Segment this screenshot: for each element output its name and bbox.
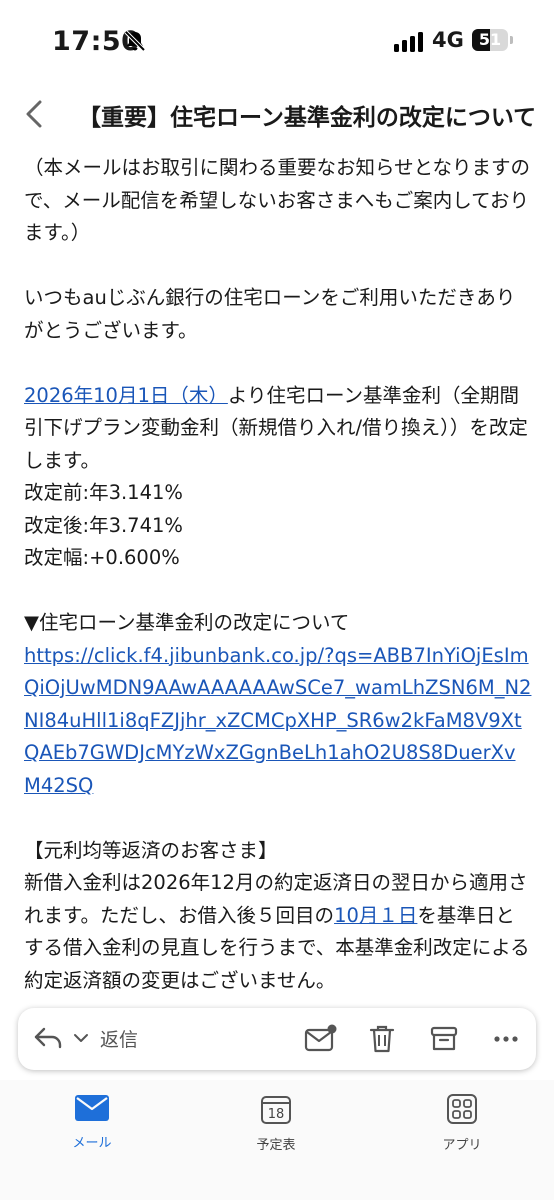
intro-text: （本メールはお取引に関わる重要なお知らせとなりますので、メール配信を希望しないお… [24,156,531,244]
battery-icon: 51 [472,29,508,51]
calendar-icon: 18 [261,1096,291,1124]
rate-change: 改定幅:+0.600% [24,546,180,569]
chevron-left-icon [26,100,42,128]
reply-arrow-icon[interactable] [32,1023,64,1057]
tab-apps[interactable]: アプリ [402,1092,522,1153]
network-type: 4G [432,28,464,52]
section2-heading: 【元利均等返済のお客さま】 [24,838,278,862]
trash-icon[interactable] [366,1023,398,1059]
bottom-tab-bar: メール 18 予定表 アプリ [0,1080,554,1200]
tab-calendar-label: 予定表 [256,1138,296,1153]
cellular-signal-icon [394,30,423,52]
tab-mail[interactable]: メール [32,1092,152,1151]
tab-apps-label: アプリ [442,1138,482,1153]
section2-text: 新借入金利は2026年12月の約定返済日の翌日から適用されます。ただし、お借入後… [24,867,532,997]
mail-body: （本メールはお取引に関わる重要なお知らせとなりますので、メール配信を希望しないお… [24,152,532,997]
calendar-day: 18 [268,1107,285,1122]
battery-tip [510,36,513,44]
greeting-text: いつもauじぶん銀行の住宅ローンをご利用いただきありがとうございます。 [24,286,516,342]
rate-info-url-link[interactable]: https://click.f4.jibunbank.co.jp/?qs=ABB… [24,640,532,803]
rate-after: 改定後:年3.741% [24,513,183,537]
bell-muted-icon [124,30,146,56]
mail-subject: 【重要】住宅ローン基準金利の改定について [78,105,537,131]
announcement-text: 2026年10月1日（木）より住宅ローン基準金利（全期間引下げプラン変動金利（新… [24,380,532,478]
date-link[interactable]: 2026年10月1日（木） [24,384,228,407]
mark-unread-icon[interactable] [304,1023,338,1059]
back-button[interactable] [14,92,58,136]
status-bar: 17:50 4G 51 [0,0,554,84]
rate-before: 改定前:年3.141% [24,481,183,504]
tab-calendar[interactable]: 18 予定表 [216,1092,336,1153]
reply-toolbar: 返信 [18,1008,536,1070]
more-options-icon[interactable] [490,1023,522,1059]
section-heading: ▼住宅ローン基準金利の改定について [24,611,350,634]
section2-date-link[interactable]: 10月１日 [334,904,417,927]
tab-mail-label: メール [72,1136,112,1151]
mail-icon [75,1095,109,1121]
archive-icon[interactable] [428,1023,460,1059]
chevron-down-icon[interactable] [72,1030,90,1049]
battery-level: 51 [478,30,502,49]
mail-header: 【重要】住宅ローン基準金利の改定について [0,84,554,150]
reply-button[interactable]: 返信 [100,1025,138,1052]
apps-grid-icon [447,1094,477,1124]
